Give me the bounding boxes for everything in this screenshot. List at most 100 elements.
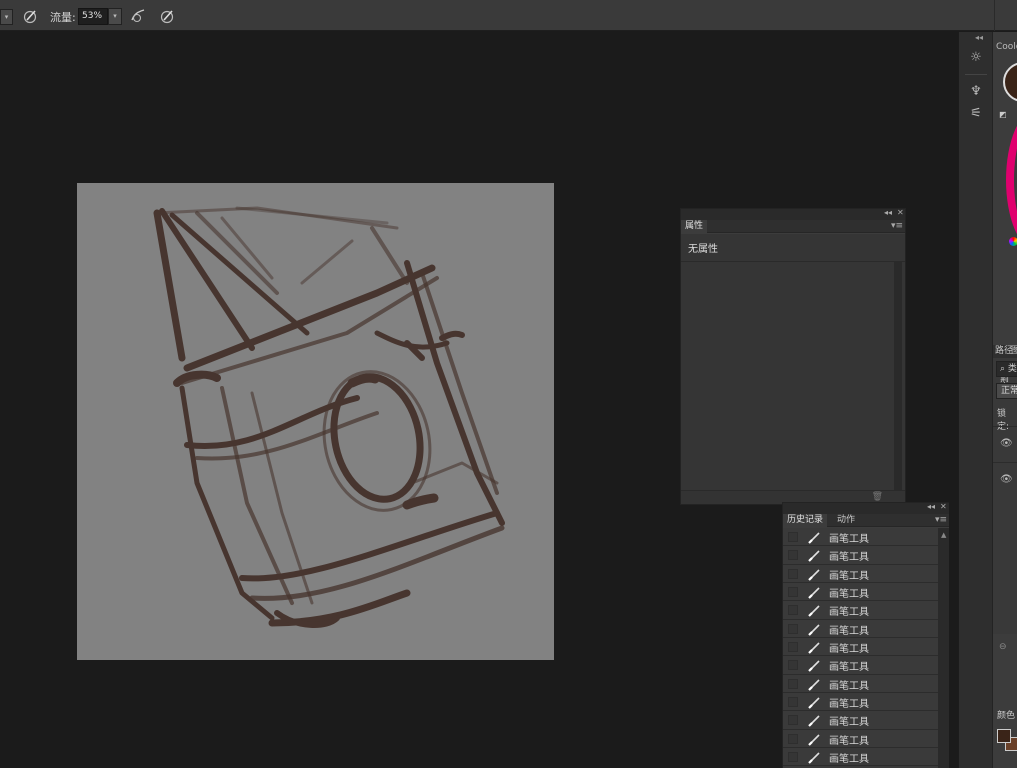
tab-color[interactable]: 颜色	[997, 708, 1015, 721]
history-item[interactable]: 画笔工具	[783, 564, 938, 584]
brush-icon	[808, 569, 820, 581]
eye-icon[interactable]: 👁	[1000, 474, 1013, 485]
snapshot-checkbox[interactable]	[788, 715, 798, 726]
layers-tab-row: 路径 图	[993, 345, 1017, 358]
history-item-label: 画笔工具	[829, 662, 869, 674]
history-item[interactable]: 画笔工具	[783, 583, 938, 602]
foreground-color-swatch[interactable]	[997, 729, 1011, 743]
history-tab-row: 历史记录 动作 ▾≡	[783, 514, 949, 527]
snapshot-checkbox[interactable]	[788, 752, 798, 763]
history-list: 画笔工具 画笔工具 画笔工具 画笔工具 画笔工具 画笔工具 画笔工具 画笔工具 画笔工具 画笔工具…	[783, 528, 938, 768]
history-item-label: 画笔工具	[829, 534, 869, 545]
brush-icon	[808, 734, 820, 746]
dock-collapse-icon[interactable]: ◂◂	[975, 33, 983, 42]
close-icon[interactable]: ✕	[897, 208, 904, 217]
airbrush-icon[interactable]	[130, 8, 146, 24]
layer-filter-dropdown[interactable]: ⌕ 类型	[996, 361, 1017, 388]
tablet-pressure-icon[interactable]	[159, 8, 175, 24]
panel-menu-icon[interactable]: ▾≡	[935, 514, 947, 527]
trash-icon[interactable]: 🗑	[872, 492, 883, 502]
history-item[interactable]: 画笔工具	[783, 693, 938, 712]
history-item[interactable]: 画笔工具	[783, 619, 938, 639]
options-bar: ▾ 流量: 53% ▾	[0, 0, 1017, 31]
color-wheel[interactable]	[1006, 110, 1017, 250]
properties-panel-header[interactable]: ◂◂ ✕	[681, 208, 905, 220]
panel-menu-icon[interactable]: ▾≡	[891, 220, 903, 233]
history-item-label: 画笔工具	[829, 552, 869, 564]
layers-panel: ⌕ 类型 正常 锁定: 👁 👁 ⊖	[993, 358, 1017, 652]
snapshot-checkbox[interactable]	[788, 733, 798, 744]
sketch-drawing	[153, 206, 505, 628]
flow-input[interactable]: 53%	[78, 8, 108, 25]
brush-preset-dropdown[interactable]: ▾	[0, 9, 13, 25]
history-scrollbar[interactable]	[938, 528, 949, 768]
history-item-label: 画笔工具	[829, 607, 869, 619]
brush-icon	[808, 642, 820, 654]
current-color-swatch[interactable]	[1003, 62, 1017, 102]
no-properties-text: 无属性	[688, 244, 718, 255]
history-item[interactable]: 画笔工具	[783, 528, 938, 547]
dock-icon-strip: ☼ ♆ ⚟	[958, 32, 992, 768]
scroll-up-icon[interactable]: ▲	[941, 531, 946, 539]
brush-icon	[808, 605, 820, 618]
history-item-label: 画笔工具	[829, 735, 869, 747]
history-item-label: 画笔工具	[829, 589, 869, 601]
snapshot-checkbox[interactable]	[788, 605, 798, 616]
close-icon[interactable]: ✕	[940, 502, 947, 511]
history-item[interactable]: 画笔工具	[783, 729, 938, 749]
history-item[interactable]: 画笔工具	[783, 601, 938, 620]
tab-properties[interactable]: 属性	[681, 220, 708, 233]
brush-icon	[808, 660, 820, 673]
history-item[interactable]: 画笔工具	[783, 748, 938, 767]
history-item[interactable]: 画笔工具	[783, 674, 938, 694]
collapse-icon[interactable]: ◂◂	[884, 208, 892, 217]
tab-layers[interactable]: 图	[1011, 345, 1017, 358]
swap-colors-icon[interactable]: ◩	[999, 110, 1007, 119]
adjust-sliders-icon[interactable]: ⚟	[967, 106, 985, 124]
collapse-icon[interactable]: ◂◂	[927, 502, 935, 511]
eye-icon[interactable]: 👁	[1000, 438, 1013, 449]
brush-icon	[808, 550, 820, 563]
snapshot-checkbox[interactable]	[788, 568, 798, 579]
brush-icon	[808, 587, 820, 599]
history-panel-header[interactable]: ◂◂ ✕	[783, 502, 949, 514]
properties-tab-row: 属性 ▾≡	[681, 220, 905, 233]
history-item-label: 画笔工具	[829, 699, 869, 711]
history-item-label: 画笔工具	[829, 754, 869, 766]
brush-icon	[808, 679, 820, 691]
history-item-label: 画笔工具	[829, 570, 869, 582]
snapshot-checkbox[interactable]	[788, 587, 798, 598]
history-item[interactable]: 画笔工具	[783, 656, 938, 675]
sun-icon[interactable]: ☼	[967, 50, 985, 68]
snapshot-checkbox[interactable]	[788, 697, 798, 708]
flow-dropdown[interactable]: ▾	[108, 8, 122, 25]
photoshop-window: ▾ 流量: 53% ▾ ◂◂ ✕ 属性 ▾≡ 无属性 🗑 ◂◂ ✕ 历史记录 动…	[0, 0, 1017, 768]
history-item-label: 画笔工具	[829, 625, 869, 637]
link-layers-icon[interactable]: ⊖	[999, 642, 1007, 652]
color-wheel-mode-icon[interactable]	[1009, 237, 1017, 246]
tab-actions[interactable]: 动作	[833, 514, 859, 527]
history-panel: ◂◂ ✕ 历史记录 动作 ▾≡ 画笔工具 画笔工具 画笔工具 画笔工具 画笔工具 画笔工具…	[782, 502, 949, 768]
layer-row[interactable]: 👁	[993, 462, 1017, 498]
history-item[interactable]: 画笔工具	[783, 711, 938, 730]
blend-mode-dropdown[interactable]: 正常	[996, 383, 1017, 399]
search-icon: ⌕	[1000, 364, 1006, 374]
snapshot-checkbox[interactable]	[788, 550, 798, 561]
brush-icon	[808, 624, 820, 636]
history-item[interactable]: 画笔工具	[783, 546, 938, 565]
document-canvas[interactable]	[77, 183, 554, 660]
right-dock-panels: Coolo ◩ 路径 图 ⌕ 类型 正常 锁定: 👁 👁 ⊖ 颜色	[992, 32, 1017, 768]
history-item[interactable]: 画笔工具	[783, 638, 938, 657]
flow-label: 流量:	[50, 11, 76, 24]
brush-icon	[808, 697, 820, 709]
snapshot-checkbox[interactable]	[788, 660, 798, 671]
snapshot-checkbox[interactable]	[788, 642, 798, 653]
layer-row[interactable]: 👁	[993, 426, 1017, 462]
snapshot-checkbox[interactable]	[788, 623, 798, 634]
snapshot-checkbox[interactable]	[788, 532, 798, 542]
brush-pressure-icon[interactable]	[22, 8, 38, 24]
properties-scrollbar[interactable]	[894, 262, 902, 490]
tab-history[interactable]: 历史记录	[783, 514, 828, 527]
brush-presets-icon[interactable]: ♆	[967, 84, 985, 102]
snapshot-checkbox[interactable]	[788, 678, 798, 689]
